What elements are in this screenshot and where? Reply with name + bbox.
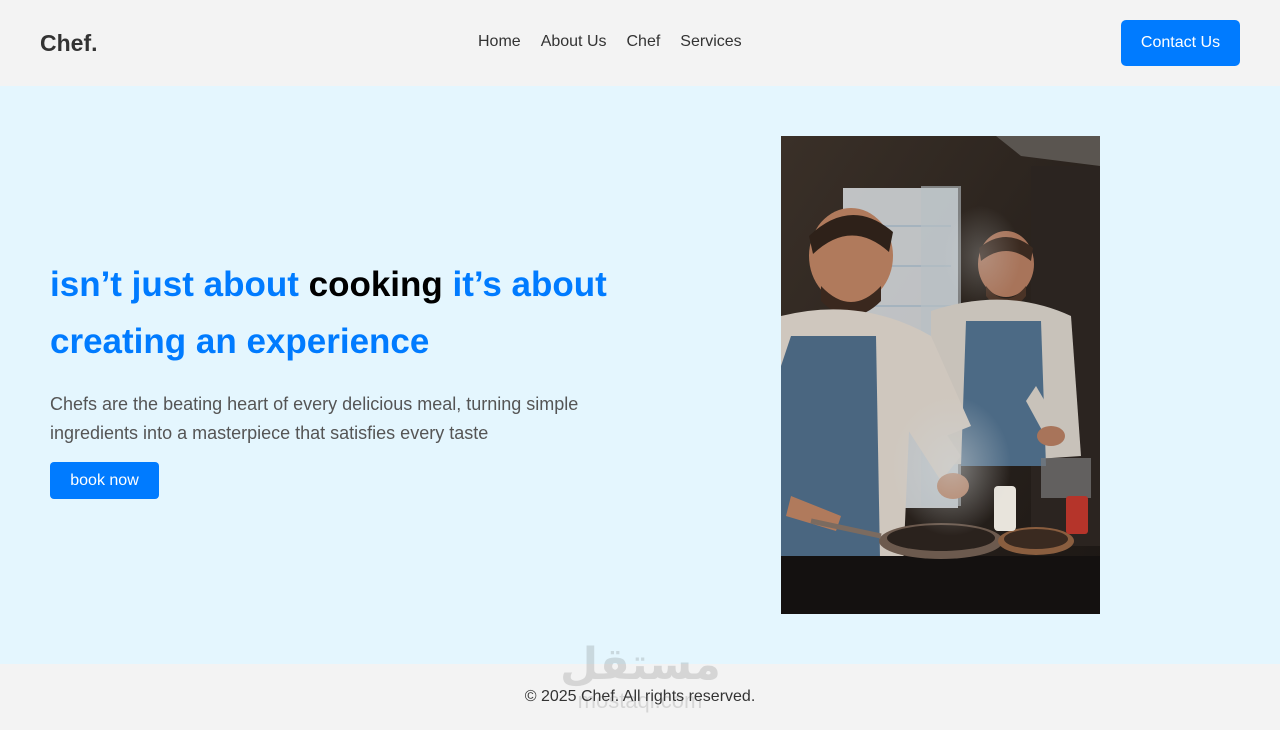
- site-header: Chef. Home About Us Chef Services Contac…: [0, 0, 1280, 86]
- nav-about-us[interactable]: About Us: [541, 32, 607, 52]
- nav-home[interactable]: Home: [478, 32, 521, 52]
- hero-title: isn’t just about cooking it’s about crea…: [50, 256, 670, 370]
- copyright-text: © 2025 Chef. All rights reserved.: [524, 688, 756, 705]
- chefs-cooking-illustration: [781, 136, 1100, 614]
- contact-us-button[interactable]: Contact Us: [1121, 20, 1240, 66]
- hero-section: isn’t just about cooking it’s about crea…: [0, 86, 1280, 664]
- hero-title-part1: isn’t just about: [50, 265, 309, 304]
- book-now-button[interactable]: book now: [50, 462, 159, 499]
- hero-description: Chefs are the beating heart of every del…: [50, 394, 579, 443]
- main-nav: Home About Us Chef Services: [478, 32, 742, 52]
- chefs-cooking-photo: [781, 136, 1100, 614]
- site-logo[interactable]: Chef.: [40, 29, 98, 57]
- site-footer: © 2025 Chef. All rights reserved.: [0, 664, 1280, 730]
- hero-title-highlight: cooking: [308, 265, 443, 304]
- nav-services[interactable]: Services: [680, 32, 741, 52]
- nav-chef[interactable]: Chef: [627, 32, 661, 52]
